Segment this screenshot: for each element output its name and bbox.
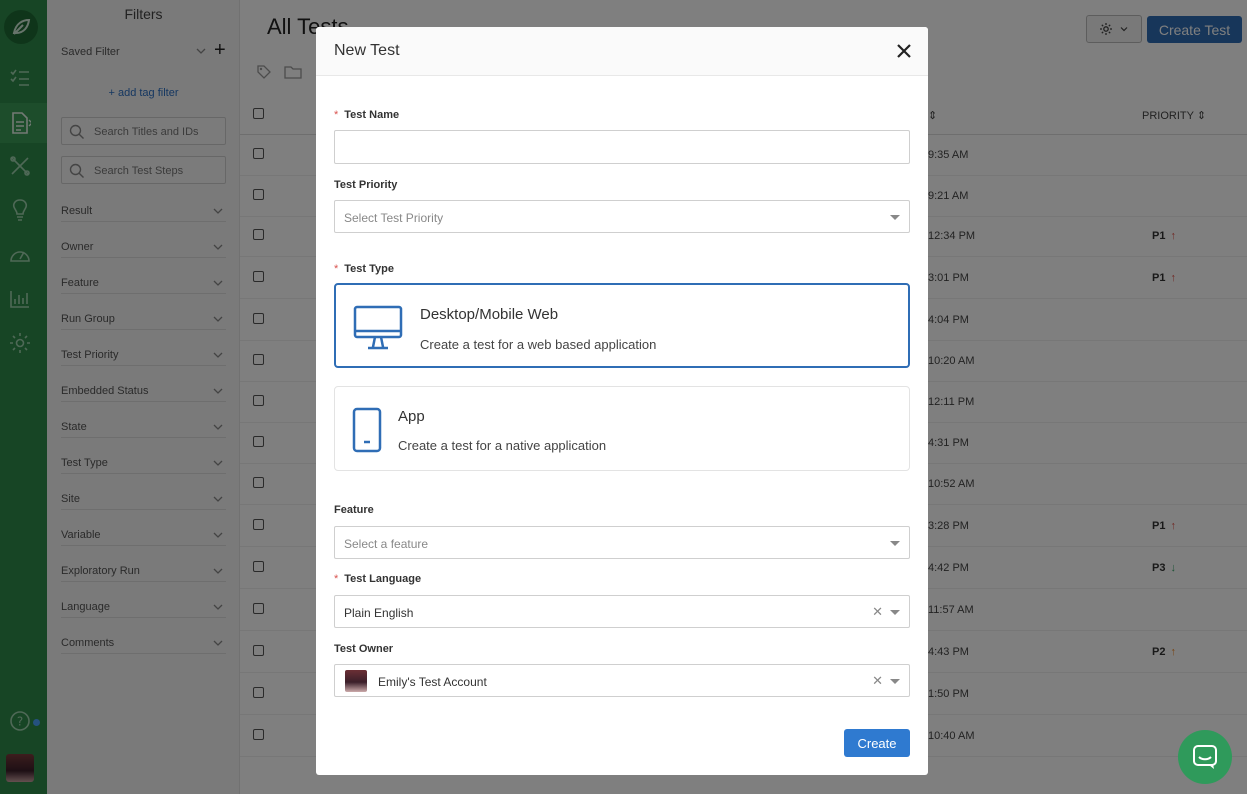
- test-language-value: Plain English: [344, 606, 414, 620]
- modal-header: New Test: [316, 27, 928, 76]
- test-priority-select[interactable]: Select Test Priority: [334, 200, 910, 233]
- test-type-app-card[interactable]: App Create a test for a native applicati…: [334, 386, 910, 471]
- chat-launcher-button[interactable]: [1178, 730, 1232, 784]
- test-name-label: * Test Name: [334, 109, 400, 121]
- test-priority-label: Test Priority: [334, 179, 398, 191]
- caret-down-icon: [890, 679, 900, 684]
- modal-title: New Test: [334, 42, 400, 59]
- owner-avatar: [345, 670, 367, 692]
- test-language-label: * Test Language: [334, 573, 422, 585]
- clear-icon[interactable]: ✕: [872, 673, 883, 689]
- clear-icon[interactable]: ✕: [872, 604, 883, 620]
- desktop-monitor-icon: [353, 305, 403, 350]
- caret-down-icon: [890, 610, 900, 615]
- test-language-select[interactable]: Plain English ✕: [334, 595, 910, 628]
- feature-label: Feature: [334, 504, 374, 516]
- caret-down-icon: [890, 215, 900, 220]
- chat-icon: [1193, 745, 1217, 769]
- test-type-web-card[interactable]: Desktop/Mobile Web Create a test for a w…: [334, 283, 910, 368]
- test-owner-label: Test Owner: [334, 643, 394, 655]
- app-type-desc: Create a test for a native application: [398, 438, 607, 453]
- web-type-name: Desktop/Mobile Web: [420, 306, 559, 323]
- test-priority-placeholder: Select Test Priority: [344, 211, 444, 225]
- close-icon[interactable]: [894, 41, 914, 61]
- web-type-desc: Create a test for a web based applicatio…: [420, 337, 657, 352]
- caret-down-icon: [890, 541, 900, 546]
- test-type-label: * Test Type: [334, 263, 394, 275]
- create-button[interactable]: Create: [844, 729, 910, 757]
- test-owner-select[interactable]: Emily's Test Account ✕: [334, 664, 910, 697]
- test-owner-value: Emily's Test Account: [378, 675, 487, 689]
- mobile-phone-icon: [352, 407, 382, 453]
- test-name-input[interactable]: [334, 130, 910, 164]
- feature-select[interactable]: Select a feature: [334, 526, 910, 559]
- feature-placeholder: Select a feature: [344, 537, 429, 551]
- new-test-modal: New Test * Test Name Test Priority Select…: [316, 27, 928, 775]
- app-type-name: App: [398, 408, 425, 425]
